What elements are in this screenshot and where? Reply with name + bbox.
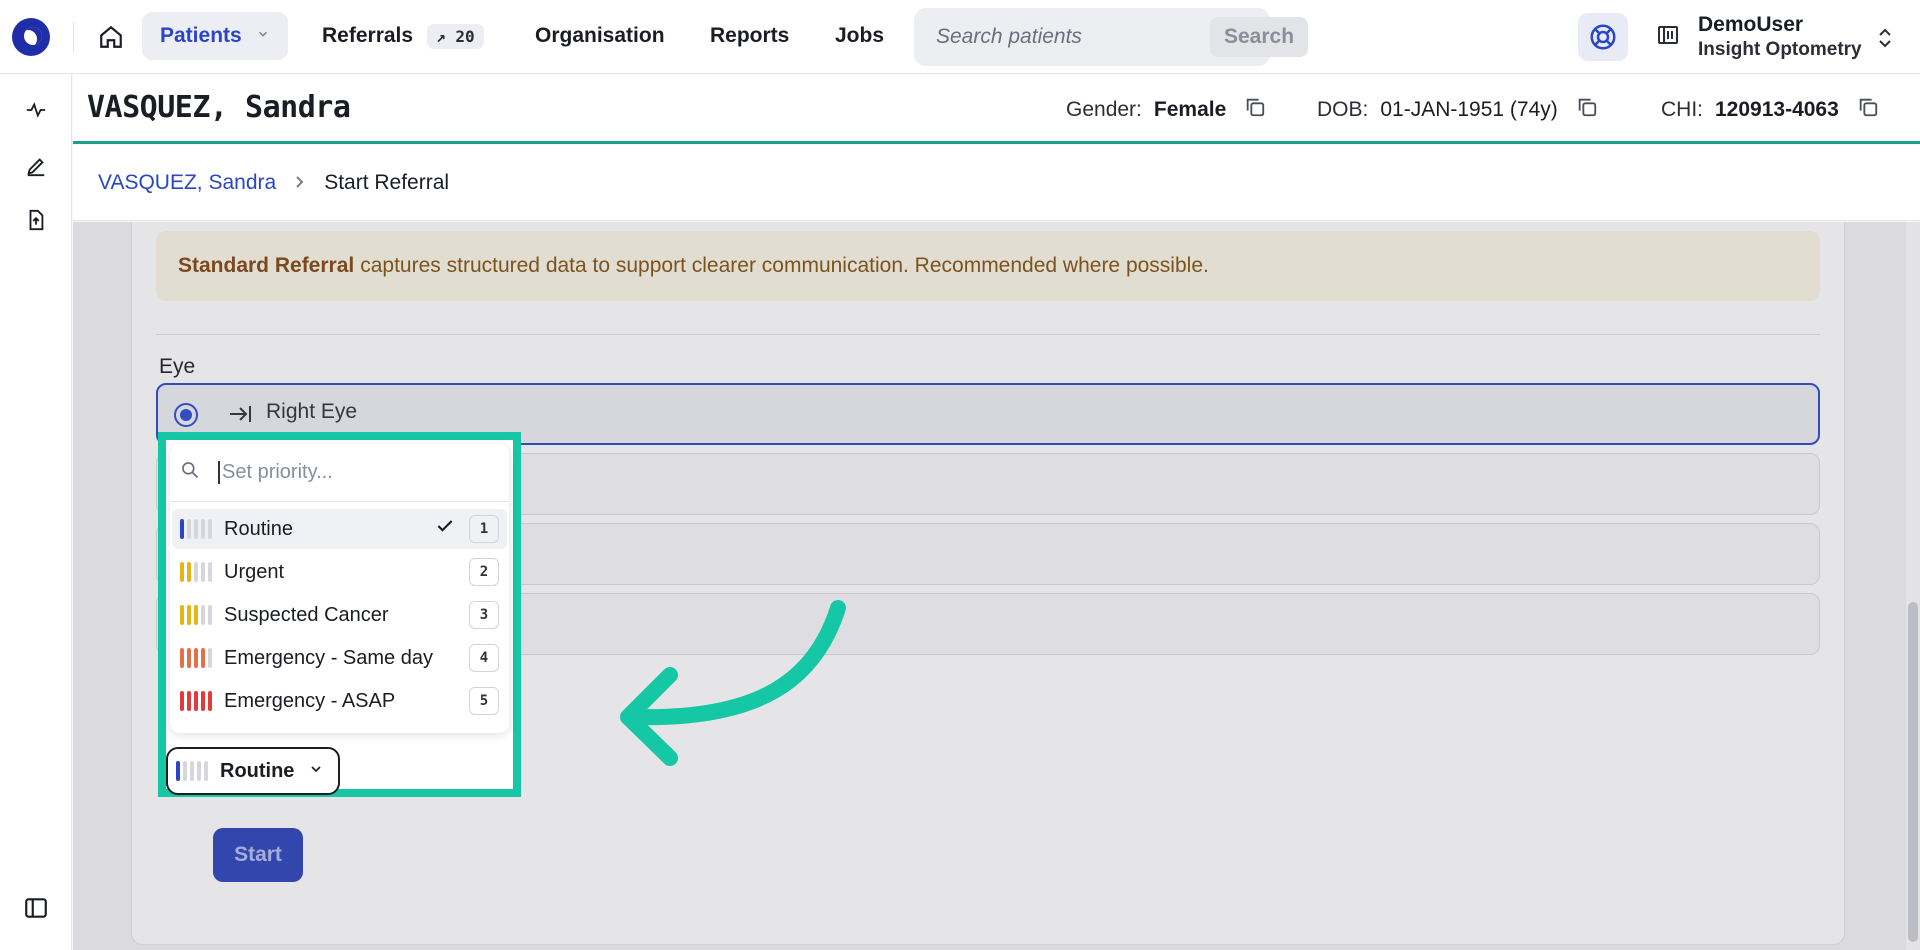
nav-patients-menu[interactable]: Patients	[142, 12, 288, 60]
scrollbar[interactable]	[1906, 222, 1920, 950]
activity-icon[interactable]	[22, 96, 50, 124]
keyboard-shortcut: 5	[469, 687, 499, 715]
gender-label: Gender:	[1066, 98, 1142, 121]
nav-organisation[interactable]: Organisation	[535, 12, 665, 60]
priority-level-5-icon	[180, 691, 212, 711]
patient-search-box: Search	[914, 8, 1309, 66]
priority-option-emergency-asap[interactable]: Emergency - ASAP 5	[172, 681, 507, 721]
chi-label: CHI:	[1661, 98, 1703, 121]
priority-option-label: Emergency - ASAP	[224, 689, 396, 712]
priority-option-urgent[interactable]: Urgent 2	[172, 552, 507, 592]
priority-option-emergency-same-day[interactable]: Emergency - Same day 4	[172, 638, 507, 678]
priority-search-input[interactable]	[218, 461, 498, 484]
user-organisation: Insight Optometry	[1698, 39, 1862, 60]
priority-option-suspected-cancer[interactable]: Suspected Cancer 3	[172, 595, 507, 635]
home-icon[interactable]	[96, 22, 126, 52]
breadcrumb-patient-link[interactable]: VASQUEZ, Sandra	[98, 171, 276, 195]
keyboard-shortcut: 4	[469, 644, 499, 672]
priority-option-label: Emergency - Same day	[224, 646, 433, 669]
organisation-icon	[1656, 23, 1680, 52]
chevron-right-icon	[294, 171, 306, 195]
priority-select-button[interactable]: Routine	[166, 747, 341, 795]
priority-search	[170, 444, 509, 502]
user-switcher[interactable]: DemoUser Insight Optometry	[1656, 10, 1862, 64]
priority-level-1-icon	[180, 519, 212, 539]
left-rail	[0, 74, 72, 950]
referrals-count-badge: ↗ 20	[427, 23, 484, 49]
copy-icon[interactable]	[1857, 96, 1879, 124]
search-input[interactable]	[936, 25, 1210, 49]
app-logo[interactable]	[12, 18, 50, 56]
chi-value: 120913-4063	[1715, 98, 1839, 121]
file-upload-icon[interactable]	[22, 206, 50, 234]
dob-value: 01-JAN-1951 (74y)	[1380, 98, 1558, 121]
copy-icon[interactable]	[1576, 96, 1598, 124]
priority-current-value: Routine	[220, 759, 295, 782]
user-name: DemoUser	[1698, 13, 1804, 36]
breadcrumb: VASQUEZ, Sandra Start Referral	[73, 145, 1920, 221]
priority-option-label: Urgent	[224, 560, 285, 583]
sidebar-toggle-icon[interactable]	[22, 894, 50, 922]
keyboard-shortcut: 2	[469, 558, 499, 586]
priority-level-2-icon	[180, 562, 212, 582]
top-navigation-bar: Patients Referrals ↗ 20 Organisation Rep…	[0, 0, 1920, 74]
priority-dropdown: Routine 1 Urgent 2 Suspected Cancer 3 Em…	[170, 444, 509, 733]
patient-header: VASQUEZ, Sandra Gender: Female DOB: 01-J…	[73, 74, 1920, 144]
nav-patients-label: Patients	[160, 24, 242, 47]
nav-referrals[interactable]: Referrals ↗ 20	[322, 12, 484, 60]
priority-level-3-icon	[180, 605, 212, 625]
tutorial-highlight-frame: Routine 1 Urgent 2 Suspected Cancer 3 Em…	[158, 432, 521, 797]
patient-name: VASQUEZ, Sandra	[87, 90, 351, 125]
chevron-down-icon	[308, 760, 324, 783]
patient-chi: CHI: 120913-4063	[1661, 96, 1879, 124]
patient-dob: DOB: 01-JAN-1951 (74y)	[1317, 96, 1598, 124]
priority-option-label: Suspected Cancer	[224, 603, 389, 626]
keyboard-shortcut: 3	[469, 601, 499, 629]
nav-referrals-label: Referrals	[322, 24, 414, 47]
scrollbar-thumb[interactable]	[1908, 602, 1918, 942]
priority-option-label: Routine	[224, 517, 293, 540]
nav-reports[interactable]: Reports	[710, 12, 789, 60]
search-button[interactable]: Search	[1210, 17, 1309, 57]
chevron-up-down-icon[interactable]	[1876, 27, 1894, 54]
copy-icon[interactable]	[1244, 96, 1266, 124]
pencil-icon[interactable]	[22, 152, 50, 180]
check-icon	[435, 516, 455, 542]
search-icon	[180, 460, 200, 485]
callout-arrow-icon	[620, 600, 846, 766]
breadcrumb-current: Start Referral	[324, 170, 450, 194]
priority-level-4-icon	[180, 648, 212, 668]
priority-option-routine[interactable]: Routine 1	[172, 509, 507, 549]
help-lifebuoy-icon[interactable]	[1578, 13, 1628, 61]
priority-level-1-icon	[176, 761, 208, 781]
dob-label: DOB:	[1317, 98, 1369, 121]
nav-jobs[interactable]: Jobs	[835, 12, 884, 60]
keyboard-shortcut: 1	[469, 515, 499, 543]
patient-gender: Gender: Female	[1066, 96, 1266, 124]
gender-value: Female	[1153, 98, 1227, 121]
nav-divider	[73, 22, 74, 52]
chevron-down-icon	[256, 27, 270, 46]
